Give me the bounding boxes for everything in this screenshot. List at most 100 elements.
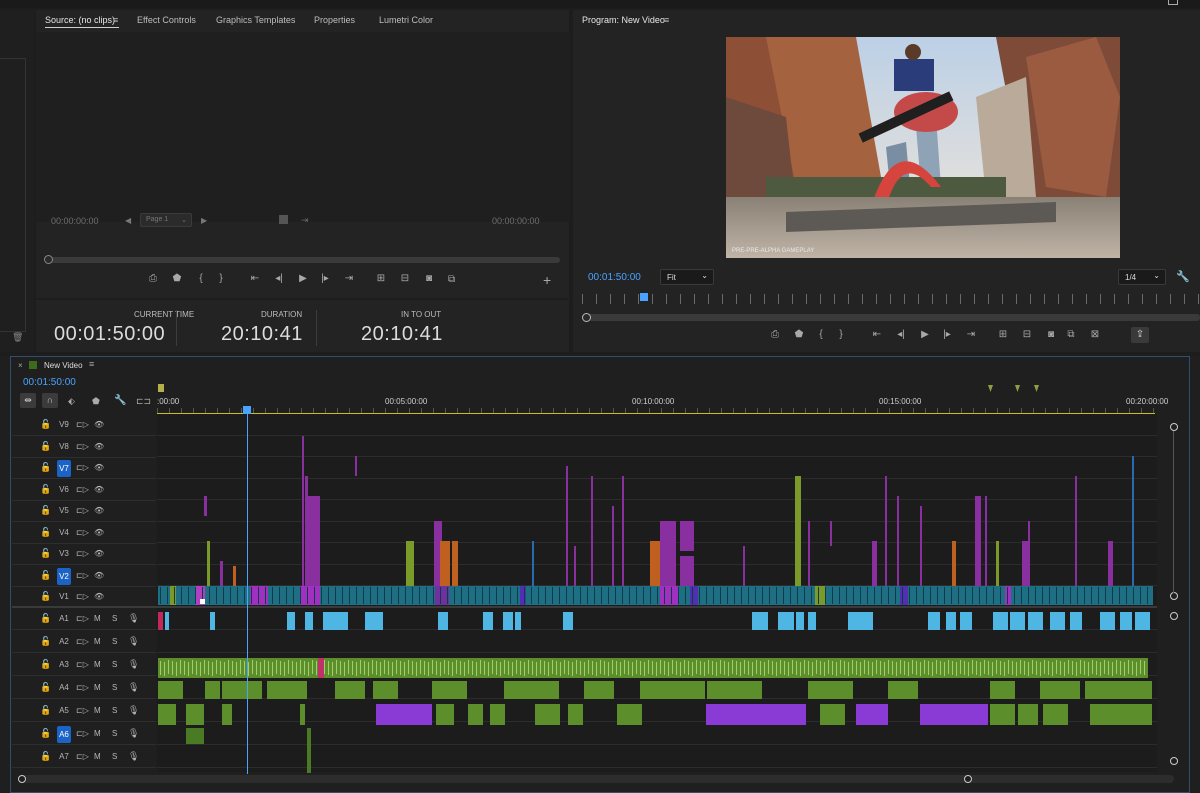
- a3-waveform[interactable]: [432, 660, 433, 674]
- sync-lock-icon[interactable]: ⊏▷: [76, 528, 89, 537]
- microphone-icon[interactable]: 🎙: [128, 751, 139, 762]
- a3-waveform[interactable]: [596, 662, 597, 676]
- a3-waveform[interactable]: [896, 662, 897, 676]
- a4-audio-clip[interactable]: [504, 681, 559, 699]
- track-label[interactable]: V3: [57, 549, 71, 558]
- lock-icon[interactable]: 🔓: [40, 682, 51, 693]
- a3-waveform[interactable]: [884, 662, 885, 676]
- a3-waveform[interactable]: [1120, 661, 1121, 675]
- a3-waveform[interactable]: [404, 662, 405, 676]
- program-title[interactable]: Program: New Video: [582, 15, 665, 25]
- a3-waveform[interactable]: [1040, 662, 1041, 676]
- track-label[interactable]: A3: [57, 660, 71, 669]
- go-to-out-icon[interactable]: ⇥: [964, 330, 978, 340]
- a3-waveform[interactable]: [220, 661, 221, 675]
- v1-clip-edge[interactable]: [286, 587, 287, 604]
- v1-clip-edge[interactable]: [874, 587, 875, 604]
- a5-audio-clip[interactable]: [778, 704, 806, 725]
- a3-waveform[interactable]: [272, 662, 273, 676]
- v1-clip-edge[interactable]: [1140, 587, 1141, 604]
- a3-waveform[interactable]: [396, 660, 397, 674]
- a3-waveform[interactable]: [532, 661, 533, 675]
- mute-button[interactable]: M: [94, 752, 101, 761]
- track-header-v5[interactable]: 🔓 V5 ⊏▷ 👁: [12, 500, 156, 522]
- captions-icon[interactable]: ⊏⊐: [136, 396, 151, 407]
- v1-clip[interactable]: [520, 586, 526, 605]
- a1-audio-clip[interactable]: [1120, 612, 1132, 630]
- video-clip[interactable]: [220, 561, 223, 586]
- video-clip[interactable]: [996, 541, 999, 586]
- a3-waveform[interactable]: [328, 661, 329, 675]
- a3-waveform[interactable]: [880, 661, 881, 675]
- v1-clip-edge[interactable]: [566, 587, 567, 604]
- a3-waveform[interactable]: [200, 662, 201, 676]
- a3-waveform[interactable]: [784, 661, 785, 675]
- a3-waveform[interactable]: [536, 662, 537, 676]
- track-header-a2[interactable]: 🔓 A2 ⊏▷ M S 🎙: [12, 631, 156, 653]
- a3-waveform[interactable]: [892, 661, 893, 675]
- a1-audio-clip[interactable]: [365, 612, 383, 630]
- v1-clip-edge[interactable]: [265, 587, 266, 604]
- solo-button[interactable]: S: [112, 729, 117, 738]
- page-select[interactable]: Page 1 ⌄: [140, 213, 192, 227]
- a3-waveform[interactable]: [856, 661, 857, 675]
- video-clip[interactable]: [452, 541, 458, 586]
- v1-clip-edge[interactable]: [1000, 587, 1001, 604]
- close-tab-icon[interactable]: ×: [18, 361, 23, 370]
- a3-waveform[interactable]: [920, 662, 921, 676]
- a3-waveform[interactable]: [360, 660, 361, 674]
- mute-button[interactable]: M: [94, 660, 101, 669]
- a1-audio-clip[interactable]: [483, 612, 493, 630]
- v1-clip-edge[interactable]: [1028, 587, 1029, 604]
- a3-waveform[interactable]: [680, 662, 681, 676]
- video-clip[interactable]: [574, 546, 576, 586]
- video-clip[interactable]: [680, 556, 694, 586]
- a3-waveform[interactable]: [740, 662, 741, 676]
- a3-waveform[interactable]: [688, 661, 689, 675]
- a3-waveform[interactable]: [612, 660, 613, 674]
- v1-clip-edge[interactable]: [237, 587, 238, 604]
- video-clip[interactable]: [622, 476, 624, 586]
- a3-waveform[interactable]: [300, 660, 301, 674]
- v1-clip-edge[interactable]: [1147, 587, 1148, 604]
- eye-icon[interactable]: 👁: [94, 528, 104, 537]
- a3-waveform[interactable]: [1004, 662, 1005, 676]
- a3-waveform[interactable]: [1136, 662, 1137, 676]
- marker-icon[interactable]: ⬟: [170, 274, 184, 284]
- v1-clip-edge[interactable]: [244, 587, 245, 604]
- a3-waveform[interactable]: [408, 660, 409, 674]
- a3-waveform[interactable]: [504, 660, 505, 674]
- video-clip[interactable]: [532, 541, 534, 586]
- v1-clip-edge[interactable]: [1021, 587, 1022, 604]
- a3-waveform[interactable]: [744, 660, 745, 674]
- microphone-icon[interactable]: 🎙: [128, 636, 139, 647]
- a3-waveform[interactable]: [800, 662, 801, 676]
- v1-clip-edge[interactable]: [426, 587, 427, 604]
- a1-audio-clip[interactable]: [848, 612, 873, 630]
- a3-waveform[interactable]: [296, 662, 297, 676]
- a3-waveform[interactable]: [764, 662, 765, 676]
- v1-clip[interactable]: [815, 586, 825, 605]
- timeline-timecode[interactable]: 00:01:50:00: [23, 377, 76, 388]
- a3-waveform[interactable]: [304, 661, 305, 675]
- a3-waveform[interactable]: [624, 660, 625, 674]
- a3-waveform[interactable]: [1000, 661, 1001, 675]
- video-clip[interactable]: [440, 541, 450, 586]
- v1-clip-edge[interactable]: [468, 587, 469, 604]
- a3-waveform[interactable]: [736, 661, 737, 675]
- a3-waveform[interactable]: [1008, 660, 1009, 674]
- a6-audio-clip[interactable]: [186, 728, 204, 744]
- a3-waveform[interactable]: [996, 660, 997, 674]
- a3-waveform[interactable]: [604, 661, 605, 675]
- track-header-v6[interactable]: 🔓 V6 ⊏▷ 👁: [12, 479, 156, 501]
- v1-clip-edge[interactable]: [580, 587, 581, 604]
- video-clip[interactable]: [660, 521, 676, 586]
- a5-audio-clip[interactable]: [300, 704, 305, 725]
- v1-clip-edge[interactable]: [1133, 587, 1134, 604]
- mark-in-icon[interactable]: {: [814, 330, 828, 340]
- v1-clip-edge[interactable]: [356, 587, 357, 604]
- v1-clip-edge[interactable]: [559, 587, 560, 604]
- v1-clip-edge[interactable]: [412, 587, 413, 604]
- track-header-v9[interactable]: 🔓 V9 ⊏▷ 👁: [12, 414, 156, 436]
- v1-clip-edge[interactable]: [783, 587, 784, 604]
